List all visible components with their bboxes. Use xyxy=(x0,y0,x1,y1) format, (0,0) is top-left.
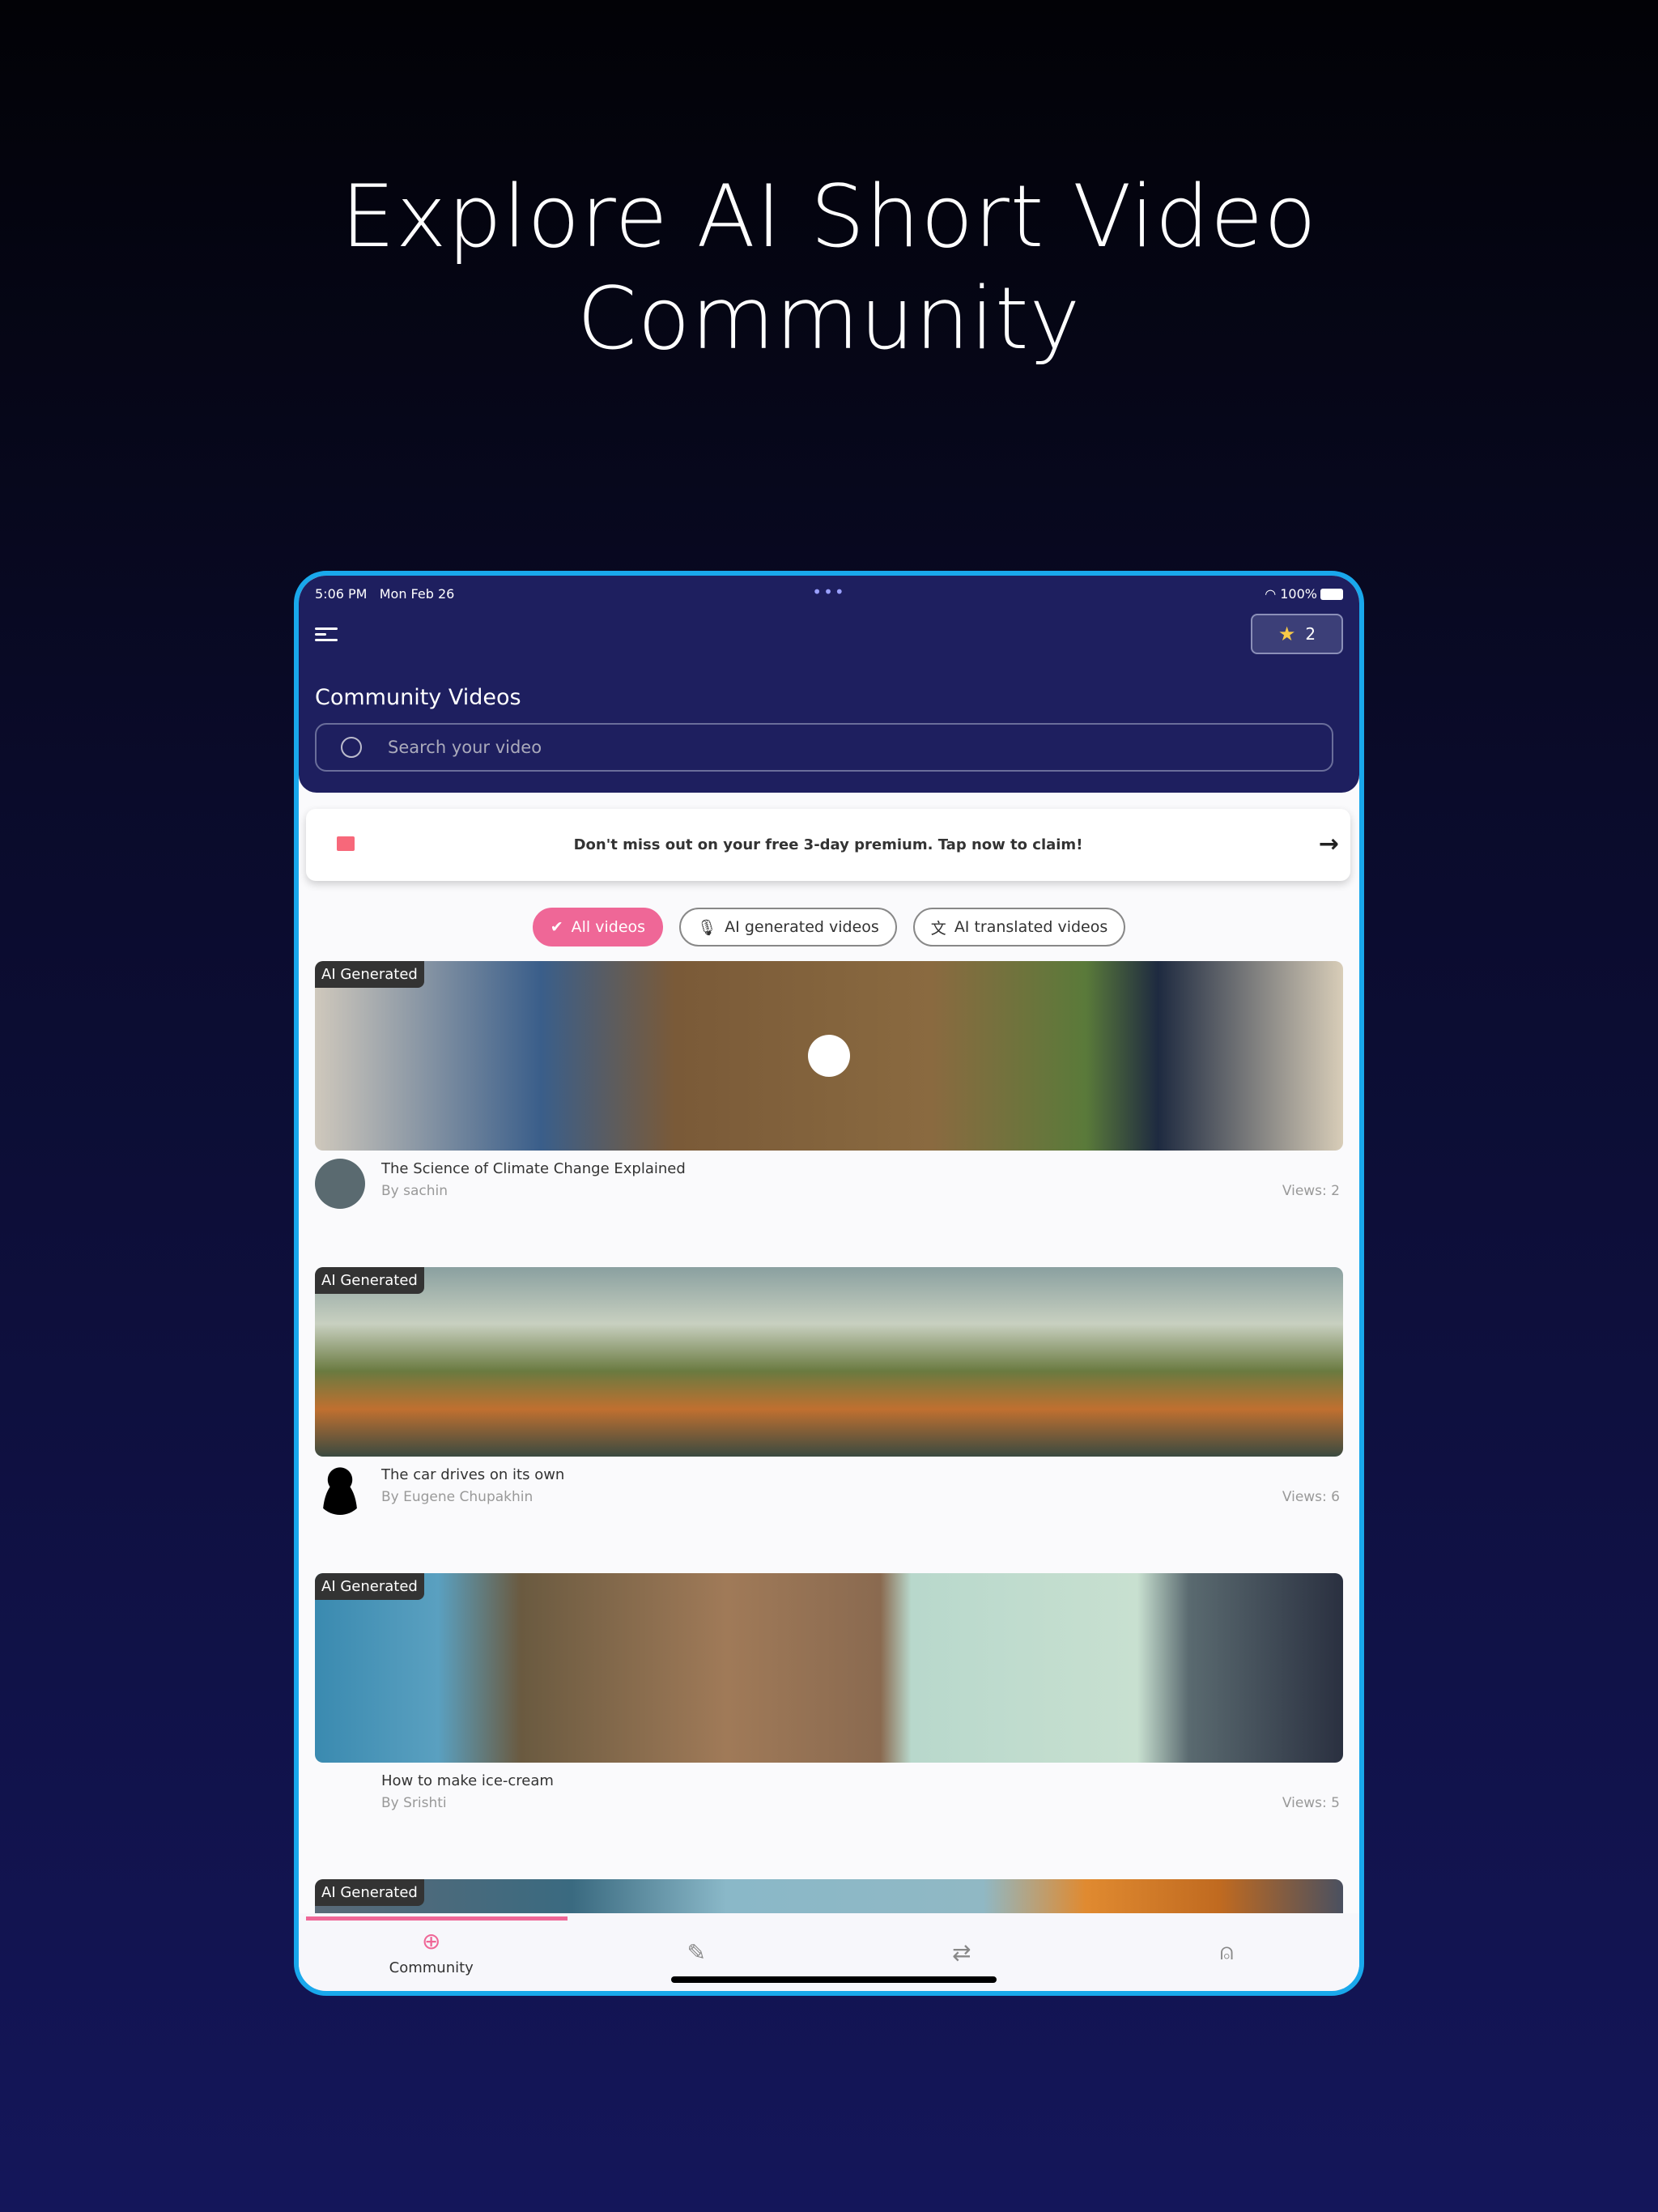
chip-label: AI generated videos xyxy=(725,918,879,936)
video-card[interactable]: AI Generated How to make ice-cream By Sr… xyxy=(315,1573,1343,1827)
chip-label: AI translated videos xyxy=(954,918,1108,936)
video-card[interactable]: AI Generated The car drives on its own B… xyxy=(315,1267,1343,1521)
video-title: The Science of Climate Change Explained xyxy=(381,1160,686,1177)
arrow-right-icon: → xyxy=(1318,830,1339,858)
video-views: Views: 5 xyxy=(1282,1795,1340,1811)
status-time: 5:06 PM xyxy=(315,585,368,602)
search-icon xyxy=(341,737,362,758)
video-title: The car drives on its own xyxy=(381,1466,565,1483)
nav-community-label: Community xyxy=(389,1959,474,1976)
menu-icon[interactable] xyxy=(315,624,339,647)
filter-ai-generated[interactable]: 🎙 AI generated videos xyxy=(679,908,897,946)
multitask-dots-icon[interactable]: ••• xyxy=(812,582,845,602)
video-author: By sachin xyxy=(381,1183,449,1199)
magic-wand-icon: ✎ xyxy=(687,1938,706,1966)
credits-button[interactable]: ★ 2 xyxy=(1251,614,1343,654)
ai-generated-badge: AI Generated xyxy=(315,1267,424,1294)
hero-title: Explore AI Short Video Community xyxy=(0,166,1658,370)
ai-generated-badge: AI Generated xyxy=(315,1573,424,1600)
status-date: Mon Feb 26 xyxy=(379,585,455,602)
user-icon: ⍝ xyxy=(1219,1938,1234,1965)
wifi-icon: ◠ xyxy=(1265,585,1277,602)
video-author: By Eugene Chupakhin xyxy=(381,1489,534,1505)
nav-profile[interactable]: ⍝ xyxy=(1095,1913,1360,1991)
video-views: Views: 2 xyxy=(1282,1183,1340,1199)
double-check-icon: ✔ xyxy=(550,918,563,936)
video-author: By Srishti xyxy=(381,1795,447,1811)
battery-icon xyxy=(1320,589,1343,600)
nav-community[interactable]: ⊕ Community xyxy=(299,1913,564,1991)
video-views: Views: 6 xyxy=(1282,1489,1340,1505)
video-card[interactable]: AI Generated The Science of Climate Chan… xyxy=(315,961,1343,1215)
home-indicator[interactable] xyxy=(671,1976,997,1983)
video-thumbnail[interactable]: AI Generated xyxy=(315,1573,1343,1763)
active-tab-indicator xyxy=(306,1916,568,1921)
tablet-screen: 5:06 PM Mon Feb 26 ◠ 100% ••• ★ 2 Communi… xyxy=(294,571,1364,1996)
page-title: Community Videos xyxy=(315,685,521,710)
video-title: How to make ice-cream xyxy=(381,1772,554,1789)
avatar xyxy=(315,1159,365,1209)
chip-label: All videos xyxy=(571,918,646,936)
ai-generated-badge: AI Generated xyxy=(315,961,424,988)
translate-icon: 文 xyxy=(930,919,946,938)
filter-ai-translated[interactable]: 文 AI translated videos xyxy=(912,908,1126,946)
video-thumbnail[interactable]: AI Generated xyxy=(315,1267,1343,1457)
search-placeholder: Search your video xyxy=(388,738,542,757)
avatar-placeholder-icon xyxy=(315,1465,365,1515)
microphone-icon: 🎙 xyxy=(697,918,717,937)
app-header: 5:06 PM Mon Feb 26 ◠ 100% ••• ★ 2 Communi… xyxy=(299,576,1359,793)
loading-spinner xyxy=(808,1035,850,1077)
banner-text: Don't miss out on your free 3-day premiu… xyxy=(573,836,1083,853)
filter-chips: ✔ All videos 🎙 AI generated videos 文 AI tra… xyxy=(299,908,1359,946)
credits-count: 2 xyxy=(1305,624,1316,644)
video-thumbnail[interactable]: AI Generated xyxy=(315,961,1343,1151)
hero-line-2: Community xyxy=(576,269,1082,368)
star-icon: ★ xyxy=(1278,623,1296,645)
hero-line-1: Explore AI Short Video xyxy=(340,167,1318,266)
gift-icon xyxy=(337,836,355,851)
premium-banner[interactable]: Don't miss out on your free 3-day premiu… xyxy=(306,809,1350,881)
repeat-icon: ⇄ xyxy=(952,1938,971,1966)
globe-icon: ⊕ xyxy=(422,1928,441,1955)
search-input[interactable]: Search your video xyxy=(315,723,1333,772)
ai-generated-badge: AI Generated xyxy=(315,1879,424,1906)
battery-level: 100% xyxy=(1280,585,1317,602)
filter-all-videos[interactable]: ✔ All videos xyxy=(532,908,664,946)
